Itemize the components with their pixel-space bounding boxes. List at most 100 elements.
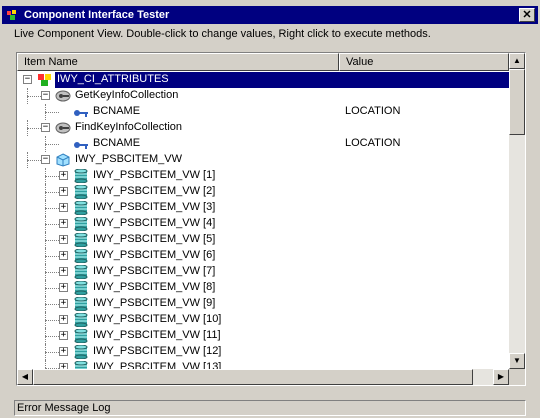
expand-icon[interactable]: + <box>59 219 68 228</box>
scroll-down-button[interactable]: ▼ <box>509 353 525 369</box>
tree-connector-line <box>45 208 59 209</box>
arrow-down-icon: ▼ <box>513 356 521 365</box>
tree-row[interactable]: − GetKeyInfoCollection <box>17 88 509 104</box>
scroll-left-button[interactable]: ◀ <box>17 369 33 385</box>
collapse-icon[interactable]: − <box>23 75 32 84</box>
expand-icon[interactable]: + <box>59 347 68 356</box>
tree-row[interactable]: + IWY_PSBCITEM_VW [9] <box>17 296 509 312</box>
tree-item-value[interactable]: LOCATION <box>345 105 400 117</box>
component-interface-icon <box>37 73 53 87</box>
tree-connector-line <box>45 184 46 200</box>
expand-icon[interactable]: + <box>59 187 68 196</box>
expand-icon[interactable]: + <box>59 251 68 260</box>
tree-row[interactable]: − IWY_CI_ATTRIBUTES <box>17 72 509 88</box>
tree-row[interactable]: + IWY_PSBCITEM_VW [4] <box>17 216 509 232</box>
scrollbar-corner <box>509 369 525 385</box>
tree-connector-line <box>27 128 41 129</box>
horizontal-scrollbar[interactable]: ◀ ▶ <box>17 369 509 385</box>
tree-connector-line <box>45 216 46 232</box>
expand-icon[interactable]: + <box>59 235 68 244</box>
tree-item-label: BCNAME <box>93 105 141 117</box>
tree-connector-line <box>45 232 46 248</box>
tree-connector-line <box>45 176 59 177</box>
horizontal-scroll-thumb[interactable] <box>33 369 473 385</box>
tree-item-label: IWY_PSBCITEM_VW [3] <box>93 201 216 213</box>
component-interface-tester-window: Component Interface Tester ✕ Live Compon… <box>0 4 540 418</box>
tree-connector-line <box>45 352 59 353</box>
record-cube-icon <box>55 153 71 167</box>
tree-row[interactable]: + IWY_PSBCITEM_VW [3] <box>17 200 509 216</box>
tree-row[interactable]: + IWY_PSBCITEM_VW [10] <box>17 312 509 328</box>
database-icon <box>73 184 89 200</box>
close-icon: ✕ <box>522 9 532 21</box>
tree-connector-line <box>45 336 59 337</box>
scroll-up-button[interactable]: ▲ <box>509 53 525 69</box>
tree-connector-line <box>45 248 46 264</box>
database-icon <box>73 312 89 328</box>
tree-row[interactable]: + IWY_PSBCITEM_VW [5] <box>17 232 509 248</box>
tree-item-value[interactable]: LOCATION <box>345 137 400 149</box>
tree-connector-line <box>45 224 59 225</box>
tree-row[interactable]: BCNAME LOCATION <box>17 136 509 152</box>
tree-connector-line <box>45 104 46 120</box>
collapse-icon[interactable]: − <box>41 91 50 100</box>
tree-connector-line <box>27 96 41 97</box>
database-icon <box>73 232 89 248</box>
tree-row[interactable]: + IWY_PSBCITEM_VW [7] <box>17 264 509 280</box>
tree-connector-line <box>45 192 59 193</box>
tree-row[interactable]: + IWY_PSBCITEM_VW [6] <box>17 248 509 264</box>
app-icon <box>7 10 16 20</box>
expand-icon[interactable]: + <box>59 267 68 276</box>
tree-item-label: IWY_PSBCITEM_VW [7] <box>93 265 216 277</box>
column-header-item-name[interactable]: Item Name <box>17 53 339 71</box>
tree-item-label: FindKeyInfoCollection <box>75 121 183 133</box>
close-button[interactable]: ✕ <box>519 8 535 22</box>
tree-row[interactable]: + IWY_PSBCITEM_VW [8] <box>17 280 509 296</box>
tree-connector-line <box>27 152 28 168</box>
tree-connector-line <box>45 328 46 344</box>
expand-icon[interactable]: + <box>59 299 68 308</box>
tree-row[interactable]: + IWY_PSBCITEM_VW [12] <box>17 344 509 360</box>
tree-item-label: IWY_PSBCITEM_VW <box>75 153 182 165</box>
vertical-scrollbar[interactable]: ▲ ▼ <box>509 53 525 369</box>
expand-icon[interactable]: + <box>59 171 68 180</box>
tree-connector-line <box>27 160 41 161</box>
scroll-right-button[interactable]: ▶ <box>493 369 509 385</box>
tree-row[interactable]: + IWY_PSBCITEM_VW [1] <box>17 168 509 184</box>
error-message-log[interactable]: Error Message Log <box>14 400 526 416</box>
expand-icon[interactable]: + <box>59 283 68 292</box>
tree-item-label: GetKeyInfoCollection <box>75 89 179 101</box>
collapse-icon[interactable]: − <box>41 155 50 164</box>
collapse-icon[interactable]: − <box>41 123 50 132</box>
column-header-value[interactable]: Value <box>339 53 509 71</box>
arrow-up-icon: ▲ <box>513 56 521 65</box>
expand-icon[interactable]: + <box>59 331 68 340</box>
tree-row[interactable]: BCNAME LOCATION <box>17 104 509 120</box>
tree-connector-line <box>27 88 28 104</box>
tree-connector-line <box>45 264 46 280</box>
tree-connector-line <box>45 304 59 305</box>
tree-connector-line <box>45 112 59 113</box>
component-tree-view[interactable]: Item Name Value − IWY_CI_ATTRIBUTES − GetKe… <box>16 52 526 386</box>
database-icon <box>73 280 89 296</box>
tree-row[interactable]: − FindKeyInfoCollection <box>17 120 509 136</box>
tree-item-label: IWY_PSBCITEM_VW [12] <box>93 345 222 357</box>
tree-connector-line <box>45 344 46 360</box>
tree-row[interactable]: + IWY_PSBCITEM_VW [11] <box>17 328 509 344</box>
tree-connector-line <box>45 144 59 145</box>
tree-connector-line <box>45 136 46 152</box>
tree-connector-line <box>45 168 46 184</box>
tree-connector-line <box>45 320 59 321</box>
database-icon <box>73 264 89 280</box>
tree-item-label: IWY_PSBCITEM_VW [8] <box>93 281 216 293</box>
tree-connector-line <box>45 312 46 328</box>
tree-row[interactable]: − IWY_PSBCITEM_VW <box>17 152 509 168</box>
tree-item-label: IWY_PSBCITEM_VW [10] <box>93 313 222 325</box>
title-bar[interactable]: Component Interface Tester ✕ <box>2 6 538 24</box>
tree-row[interactable]: + IWY_PSBCITEM_VW [2] <box>17 184 509 200</box>
expand-icon[interactable]: + <box>59 315 68 324</box>
tree-connector-line <box>45 272 59 273</box>
expand-icon[interactable]: + <box>59 203 68 212</box>
vertical-scroll-thumb[interactable] <box>509 69 525 135</box>
tree-item-label: IWY_PSBCITEM_VW [2] <box>93 185 216 197</box>
